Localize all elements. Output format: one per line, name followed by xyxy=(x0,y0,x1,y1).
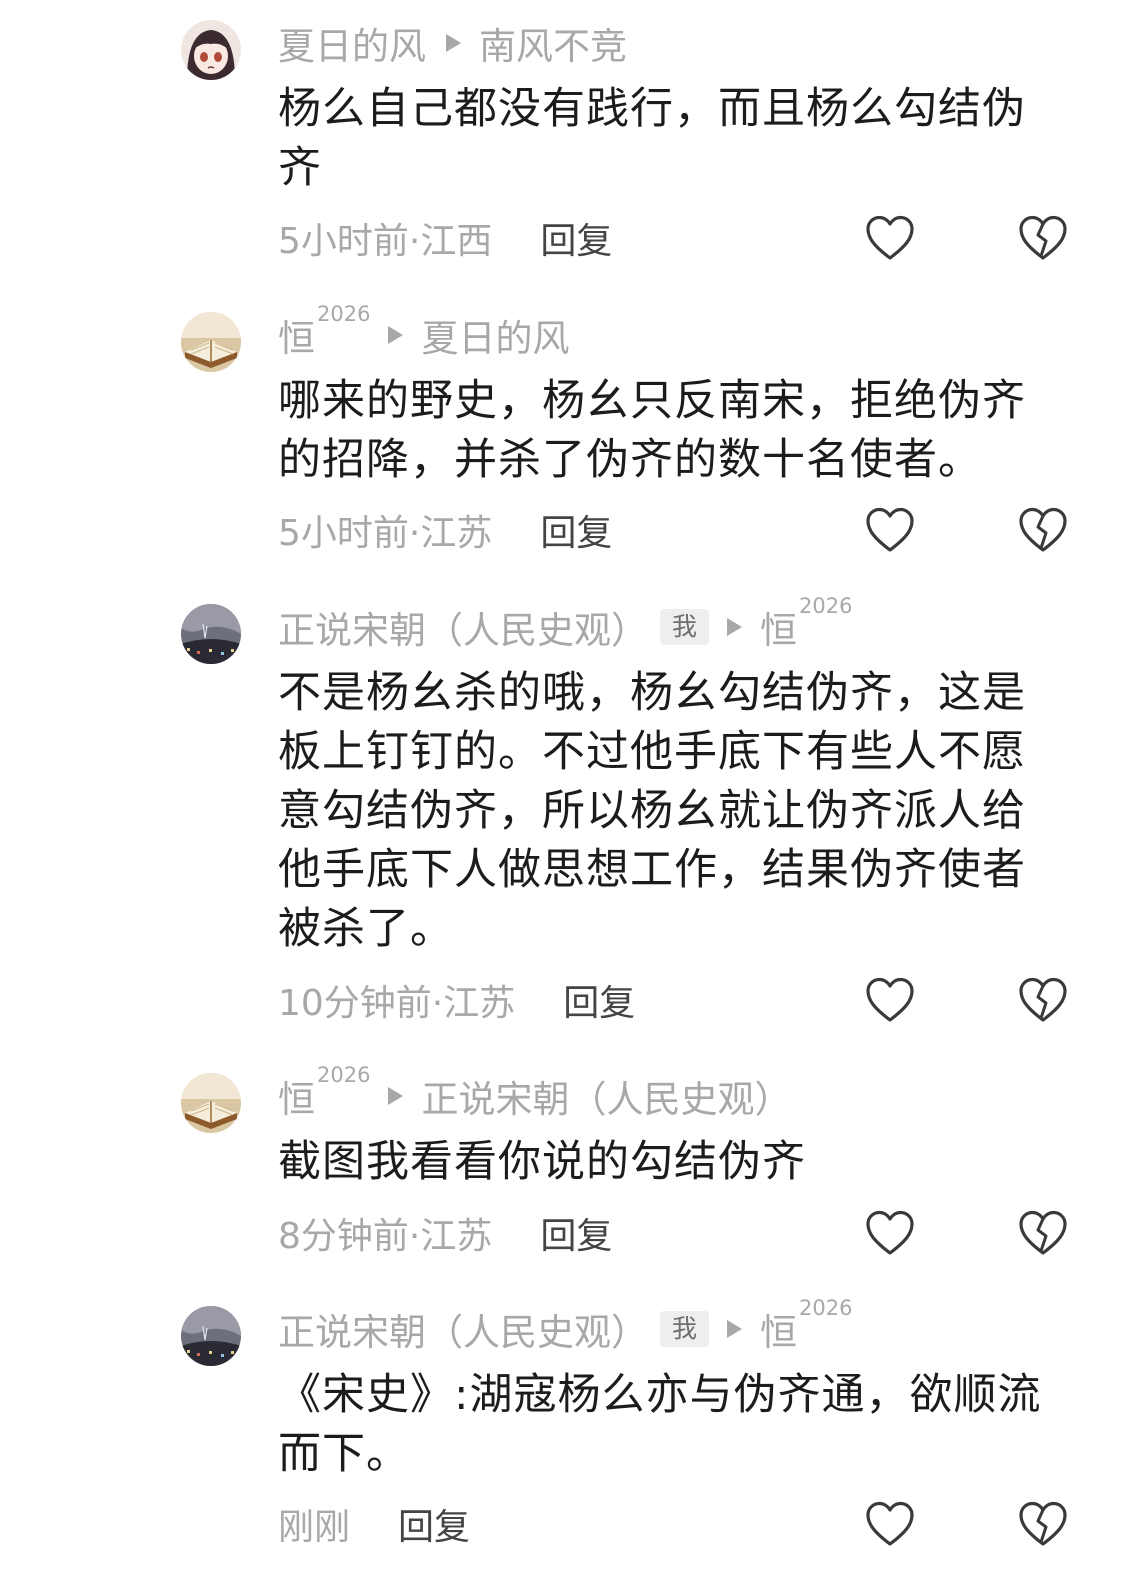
author-name[interactable]: 正说宋朝（人民史观） xyxy=(278,1302,648,1356)
comment-text: 杨么自己都没有践行，而且杨么勾结伪齐 xyxy=(278,84,1026,193)
heart-outline-icon xyxy=(866,507,914,552)
time-location: 5小时前·江苏 xyxy=(278,513,493,554)
triangle-right-icon xyxy=(388,1087,404,1105)
reply-to-suffix: 2026 xyxy=(799,594,853,618)
reply-button[interactable]: 回复 xyxy=(540,1207,612,1259)
me-badge: 我 xyxy=(660,609,710,645)
comment-text: 哪来的野史，杨幺只反南宋，拒绝伪齐的招降，并杀了伪齐的数十名使者。 xyxy=(278,376,1026,485)
author-name-text: 夏日的风 xyxy=(278,25,426,68)
heart-outline-icon xyxy=(866,215,914,260)
dislike-button[interactable] xyxy=(1017,1500,1069,1548)
triangle-right-icon xyxy=(727,618,743,636)
comment-footer: 8分钟前·江苏 回复 xyxy=(278,1211,612,1257)
reply-to-name[interactable]: 南风不竞 xyxy=(479,16,627,70)
comment-footer: 10分钟前·江苏 回复 xyxy=(278,978,635,1024)
me-badge: 我 xyxy=(660,1311,710,1347)
like-button[interactable] xyxy=(864,976,916,1024)
triangle-right-icon xyxy=(446,34,461,52)
author-name-text: 正说宋朝（人民史观） xyxy=(278,609,648,652)
avatar[interactable] xyxy=(181,604,241,664)
dislike-button[interactable] xyxy=(1017,506,1069,554)
avatar[interactable] xyxy=(181,20,241,80)
dislike-button[interactable] xyxy=(1017,976,1069,1024)
comment-text: 《宋史》:湖寇杨么亦与伪齐通，欲顺流而下。 xyxy=(278,1370,1042,1479)
anime-girl-avatar-icon xyxy=(181,20,241,80)
avatar[interactable] xyxy=(181,1073,241,1133)
like-button[interactable] xyxy=(864,1209,916,1257)
like-button[interactable] xyxy=(864,214,916,262)
reply-button[interactable]: 回复 xyxy=(540,504,612,556)
comment-header: 恒 2026 夏日的风 xyxy=(278,302,569,362)
reply-to-name-text: 南风不竞 xyxy=(479,25,627,68)
author-suffix: 2026 xyxy=(317,302,371,326)
comment-header: 夏日的风 南风不竞 xyxy=(278,18,627,68)
like-button[interactable] xyxy=(864,1500,916,1548)
comment-header: 恒 2026 正说宋朝（人民史观） xyxy=(278,1063,791,1123)
city-night-avatar-icon xyxy=(181,604,241,664)
reply-to-name[interactable]: 恒 2026 xyxy=(760,594,852,654)
broken-heart-outline-icon xyxy=(1019,977,1067,1022)
dislike-button[interactable] xyxy=(1017,214,1069,262)
reply-button[interactable]: 回复 xyxy=(398,1498,470,1550)
heart-outline-icon xyxy=(866,1210,914,1255)
author-name[interactable]: 恒 2026 xyxy=(278,1063,370,1123)
time-location: 刚刚 xyxy=(278,1507,351,1548)
heart-outline-icon xyxy=(866,977,914,1022)
dislike-button[interactable] xyxy=(1017,1209,1069,1257)
reply-button[interactable]: 回复 xyxy=(540,212,612,264)
avatar[interactable] xyxy=(181,1306,241,1366)
avatar[interactable] xyxy=(181,312,241,372)
author-name[interactable]: 夏日的风 xyxy=(278,16,428,70)
time-location: 8分钟前·江苏 xyxy=(278,1216,493,1257)
comment-footer: 刚刚 回复 xyxy=(278,1502,470,1548)
author-suffix: 2026 xyxy=(317,1063,371,1087)
author-name-text: 恒 xyxy=(278,1078,315,1121)
comment-header: 正说宋朝（人民史观） 我 恒 2026 xyxy=(278,594,852,654)
triangle-right-icon xyxy=(727,1320,743,1338)
author-name[interactable]: 正说宋朝（人民史观） xyxy=(278,600,648,654)
broken-heart-outline-icon xyxy=(1019,215,1067,260)
comment-text: 截图我看看你说的勾结伪齐 xyxy=(278,1137,806,1187)
time-location: 5小时前·江西 xyxy=(278,221,493,262)
like-button[interactable] xyxy=(864,506,916,554)
comment-text: 不是杨幺杀的哦，杨幺勾结伪齐，这是板上钉钉的。不过他手底下有些人不愿意勾结伪齐，… xyxy=(278,668,1026,954)
heart-outline-icon xyxy=(866,1501,914,1546)
reply-to-name-text: 正说宋朝（人民史观） xyxy=(421,1078,792,1121)
broken-heart-outline-icon xyxy=(1019,1210,1067,1255)
reply-to-suffix: 2026 xyxy=(799,1296,853,1320)
author-name[interactable]: 恒 2026 xyxy=(278,302,370,362)
reply-to-name[interactable]: 恒 2026 xyxy=(760,1296,852,1356)
reply-to-name[interactable]: 正说宋朝（人民史观） xyxy=(421,1069,791,1123)
author-name-text: 恒 xyxy=(278,317,315,360)
reply-to-name[interactable]: 夏日的风 xyxy=(421,308,569,362)
book-avatar-icon xyxy=(181,312,241,372)
reply-to-name-text: 恒 xyxy=(760,1311,798,1354)
comment-footer: 5小时前·江苏 回复 xyxy=(278,508,612,554)
broken-heart-outline-icon xyxy=(1019,1501,1067,1546)
reply-to-name-text: 恒 xyxy=(760,609,798,652)
time-location: 10分钟前·江苏 xyxy=(278,983,516,1024)
city-night-avatar-icon xyxy=(181,1306,241,1366)
comment-header: 正说宋朝（人民史观） 我 恒 2026 xyxy=(278,1296,852,1356)
reply-to-name-text: 夏日的风 xyxy=(421,317,570,360)
triangle-right-icon xyxy=(388,326,404,344)
broken-heart-outline-icon xyxy=(1019,507,1067,552)
reply-button[interactable]: 回复 xyxy=(563,974,635,1026)
comment-footer: 5小时前·江西 回复 xyxy=(278,216,612,262)
book-avatar-icon xyxy=(181,1073,241,1133)
author-name-text: 正说宋朝（人民史观） xyxy=(278,1311,648,1354)
